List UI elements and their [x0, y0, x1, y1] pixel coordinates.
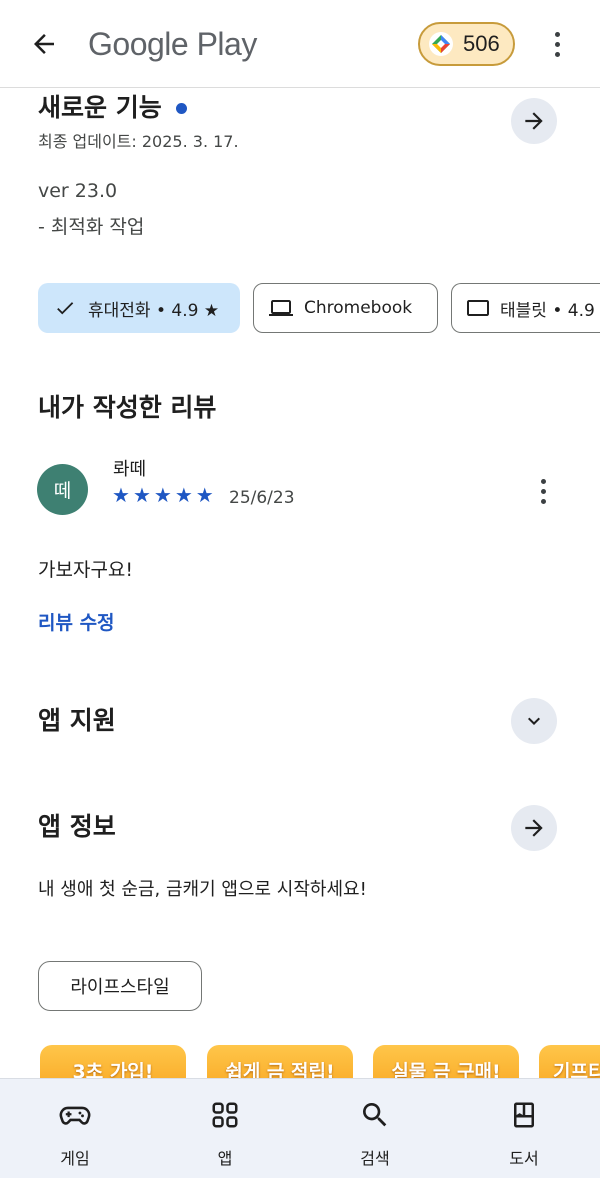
star-icon: ★	[112, 483, 130, 507]
laptop-icon	[268, 295, 294, 321]
review-author: 롸떼	[113, 459, 147, 480]
check-icon	[52, 295, 78, 321]
chip-tablet[interactable]: 태블릿 • 4.9 ★	[451, 283, 600, 333]
chip-label: 태블릿 • 4.9 ★	[500, 300, 600, 321]
more-options-button[interactable]	[540, 26, 574, 62]
nav-books[interactable]: 도서	[474, 1079, 574, 1178]
star-icon: ★	[153, 483, 172, 507]
nav-label: 도서	[509, 1149, 539, 1168]
gamepad-icon	[57, 1097, 93, 1133]
play-points-badge[interactable]: 506	[418, 22, 515, 66]
category-tag[interactable]: 라이프스타일	[38, 961, 202, 1011]
arrow-forward-icon	[525, 112, 543, 130]
app-support-expand-button[interactable]	[511, 698, 557, 744]
last-updated: 최종 업데이트: 2025. 3. 17.	[38, 132, 239, 151]
nav-label: 검색	[360, 1149, 390, 1168]
edit-review-link[interactable]: 리뷰 수정	[38, 608, 115, 635]
review-date: 25/6/23	[229, 488, 295, 508]
more-vert-icon	[554, 31, 560, 37]
version-text: ver 23.0	[38, 180, 118, 202]
bottom-navigation: 게임 앱 검색 도서	[0, 1078, 600, 1178]
whats-new-heading: 새로운 기능	[38, 92, 187, 124]
arrow-back-icon	[34, 34, 54, 54]
chip-chromebook[interactable]: Chromebook	[253, 283, 438, 333]
chevron-down-icon	[528, 717, 540, 725]
app-support-heading: 앱 지원	[38, 706, 116, 735]
points-count: 506	[463, 31, 500, 56]
star-icon: ★	[174, 483, 193, 507]
chip-phone[interactable]: 휴대전화 • 4.9 ★	[38, 283, 240, 333]
arrow-forward-icon	[525, 819, 543, 837]
my-review-heading: 내가 작성한 리뷰	[38, 393, 217, 422]
chip-label: 휴대전화 • 4.9 ★	[88, 300, 220, 321]
nav-games[interactable]: 게임	[25, 1079, 125, 1178]
apps-grid-icon	[207, 1097, 243, 1133]
search-icon	[357, 1097, 393, 1133]
whats-new-arrow-button[interactable]	[511, 98, 557, 144]
nav-label: 게임	[60, 1149, 90, 1168]
nav-search[interactable]: 검색	[325, 1079, 425, 1178]
top-app-bar: Google Play 506	[0, 0, 600, 88]
chip-label: Chromebook	[304, 298, 413, 318]
star-icon: ★	[132, 483, 151, 507]
app-title: Google Play	[88, 26, 257, 62]
app-description: 내 생애 첫 순금, 금캐기 앱으로 시작하세요!	[38, 879, 367, 900]
tablet-icon	[466, 295, 490, 321]
app-info-arrow-button[interactable]	[511, 805, 557, 851]
review-text: 가보자구요!	[38, 559, 134, 581]
new-indicator-dot	[175, 102, 187, 114]
release-notes: - 최적화 작업	[38, 216, 145, 238]
book-icon	[506, 1097, 542, 1133]
nav-apps[interactable]: 앱	[175, 1079, 275, 1178]
avatar: 떼	[37, 464, 88, 515]
nav-label: 앱	[217, 1149, 233, 1168]
play-points-icon	[429, 32, 453, 56]
star-icon: ★	[195, 483, 214, 507]
whats-new-title: 새로운 기능	[38, 93, 162, 122]
more-vert-icon	[540, 478, 546, 484]
app-info-heading: 앱 정보	[38, 812, 116, 841]
rating-stars: ★ ★ ★ ★ ★	[112, 484, 214, 506]
review-more-button[interactable]	[527, 474, 559, 508]
back-button[interactable]	[22, 24, 66, 64]
